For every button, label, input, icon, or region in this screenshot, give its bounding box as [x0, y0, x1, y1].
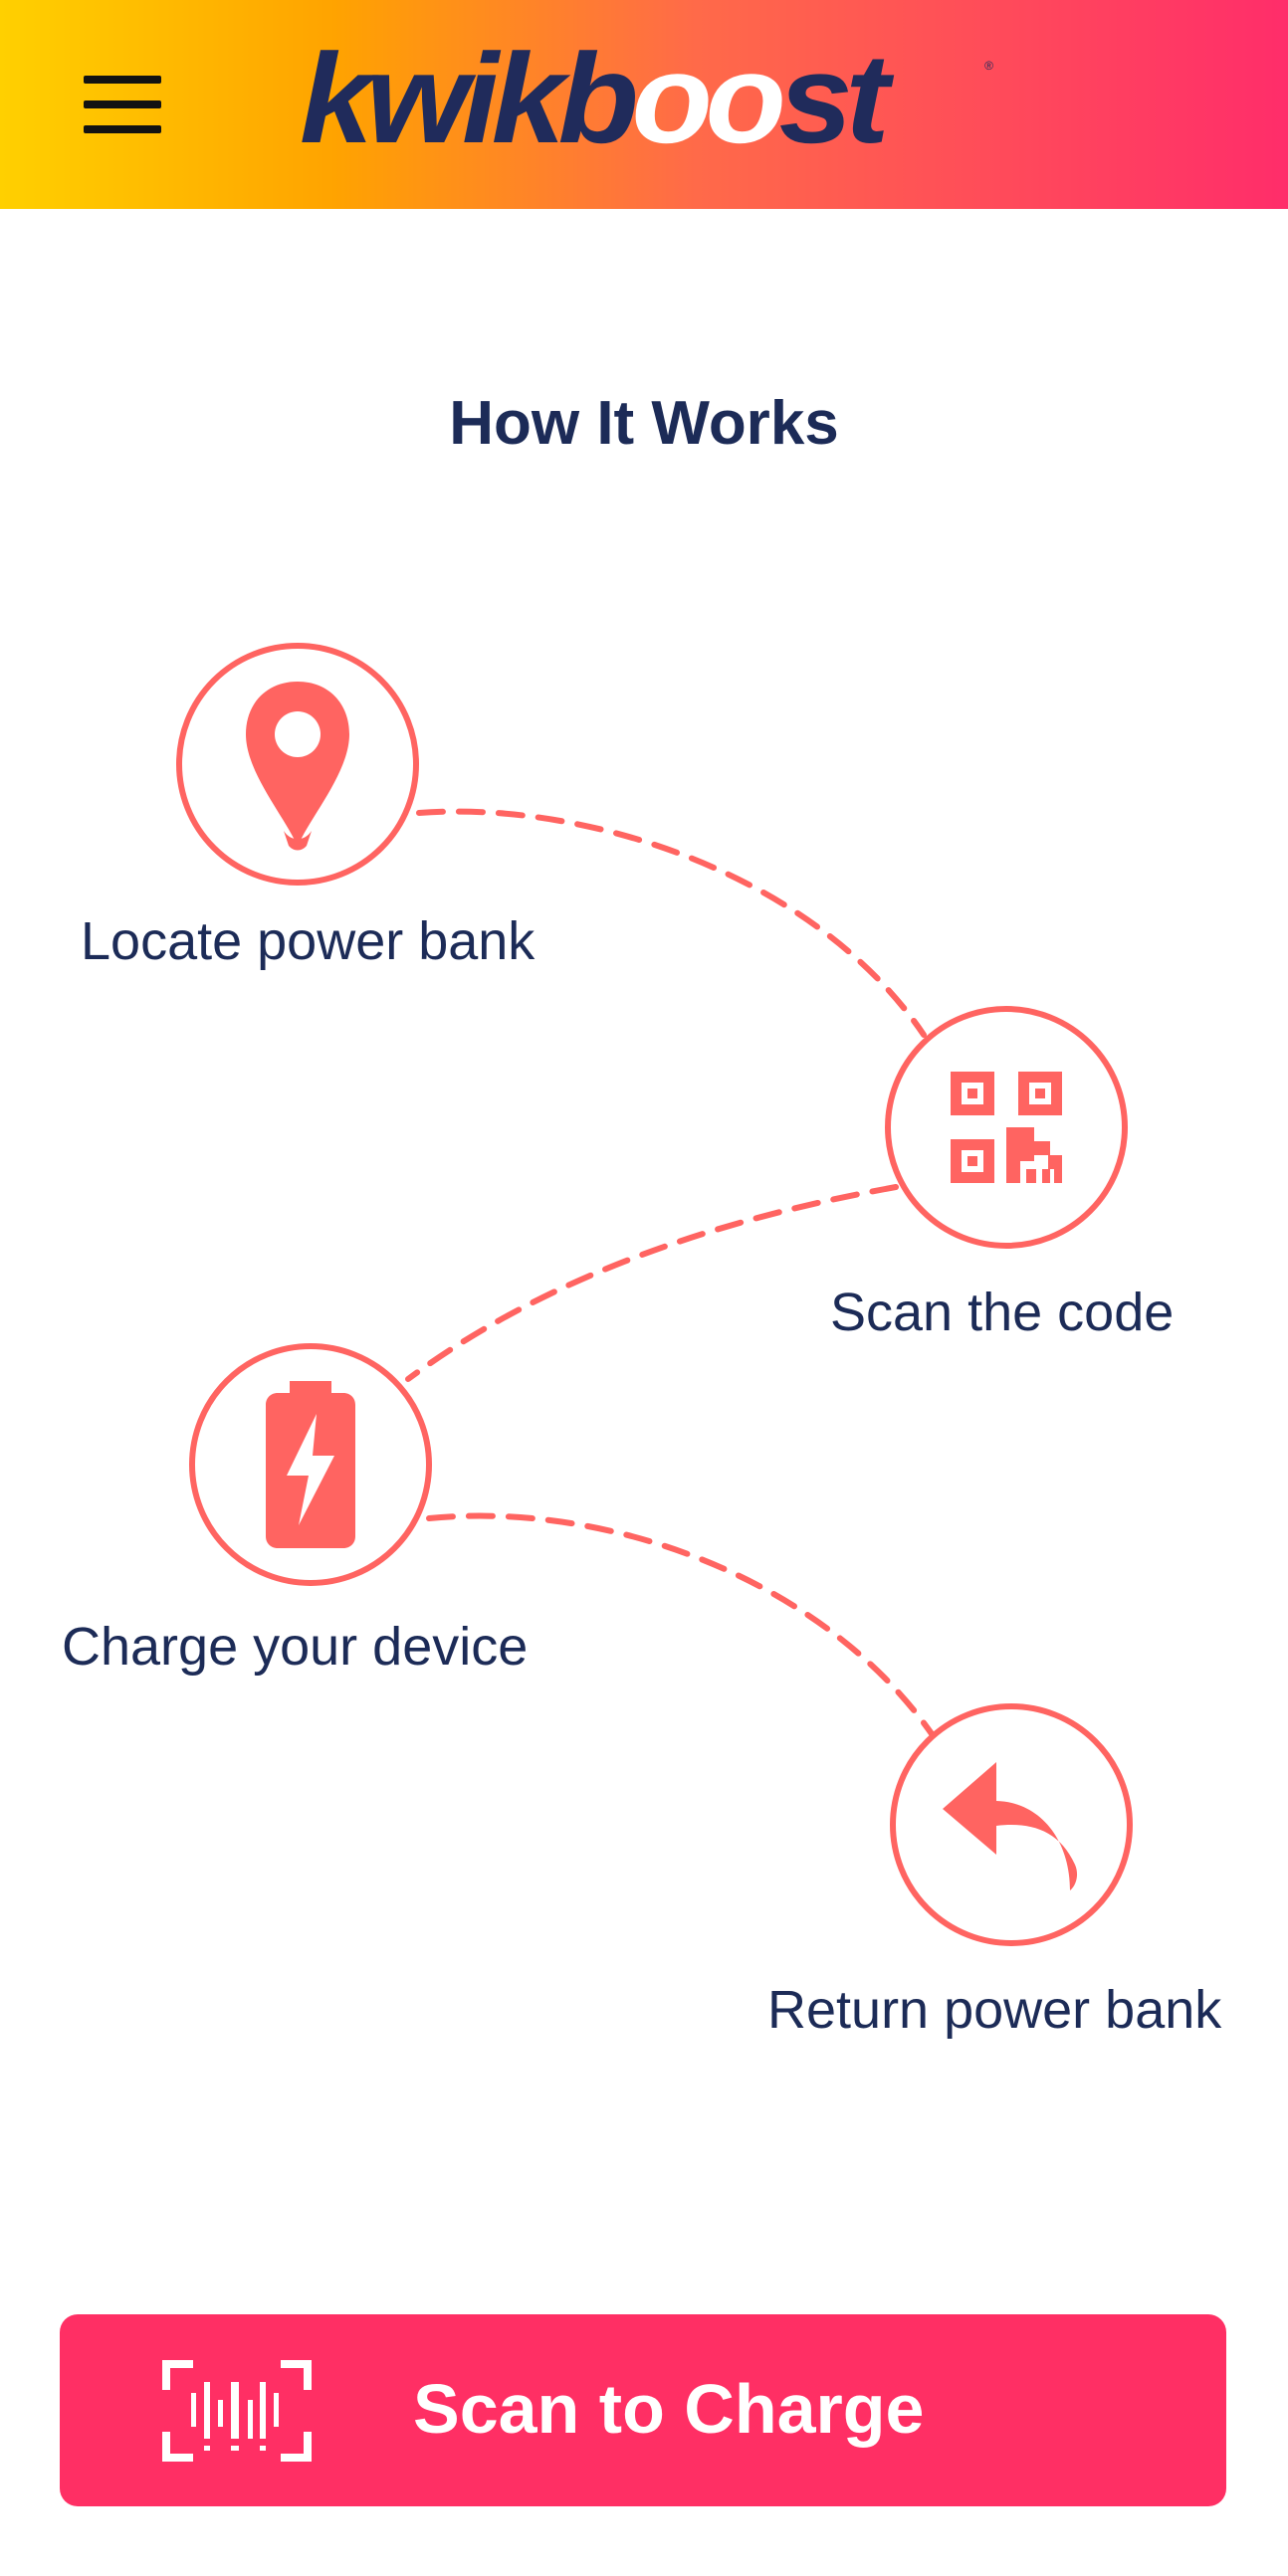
step-label-return-power-bank: Return power bank [767, 1980, 1222, 2040]
brand-wordmark: kwikboost [300, 34, 890, 165]
top-app-bar: kwikboost ® [0, 0, 1288, 209]
return-arrow-icon [943, 1762, 1078, 1890]
how-it-works-screen: kwikboost ® How It Works Locate power ba… [0, 0, 1288, 2576]
hamburger-menu-icon-bottom-line [84, 125, 161, 133]
barcode-scan-icon [162, 2360, 312, 2462]
page-title: How It Works [449, 389, 839, 458]
menu-button[interactable] [84, 76, 163, 133]
scan-code-step [885, 1006, 1128, 1249]
step-label-charge-device: Charge your device [62, 1617, 529, 1677]
location-pin-icon [246, 682, 349, 851]
step-label-locate-power-bank: Locate power bank [81, 911, 536, 971]
battery-charging-icon [266, 1381, 355, 1548]
step-label-scan-code: Scan the code [830, 1283, 1175, 1342]
brand-wordmark-highlight: oo [631, 28, 786, 170]
kwikboost-logo: kwikboost ® [300, 34, 996, 165]
registered-trademark-mark: ® [984, 59, 993, 73]
connector-scan-to-charge [405, 1184, 899, 1382]
brand-wordmark-primary: kwikb [300, 28, 639, 170]
brand-wordmark-secondary: st [778, 28, 890, 170]
scan-to-charge-button[interactable]: Scan to Charge [60, 2314, 1226, 2506]
charge-device-step [189, 1343, 432, 1586]
hamburger-menu-icon-middle-line [84, 100, 161, 108]
hamburger-menu-icon [84, 76, 161, 84]
scan-to-charge-label: Scan to Charge [413, 2370, 925, 2448]
return-power-bank-step [890, 1703, 1133, 1946]
locate-power-bank-step [176, 643, 419, 886]
qr-code-icon [951, 1072, 1062, 1183]
